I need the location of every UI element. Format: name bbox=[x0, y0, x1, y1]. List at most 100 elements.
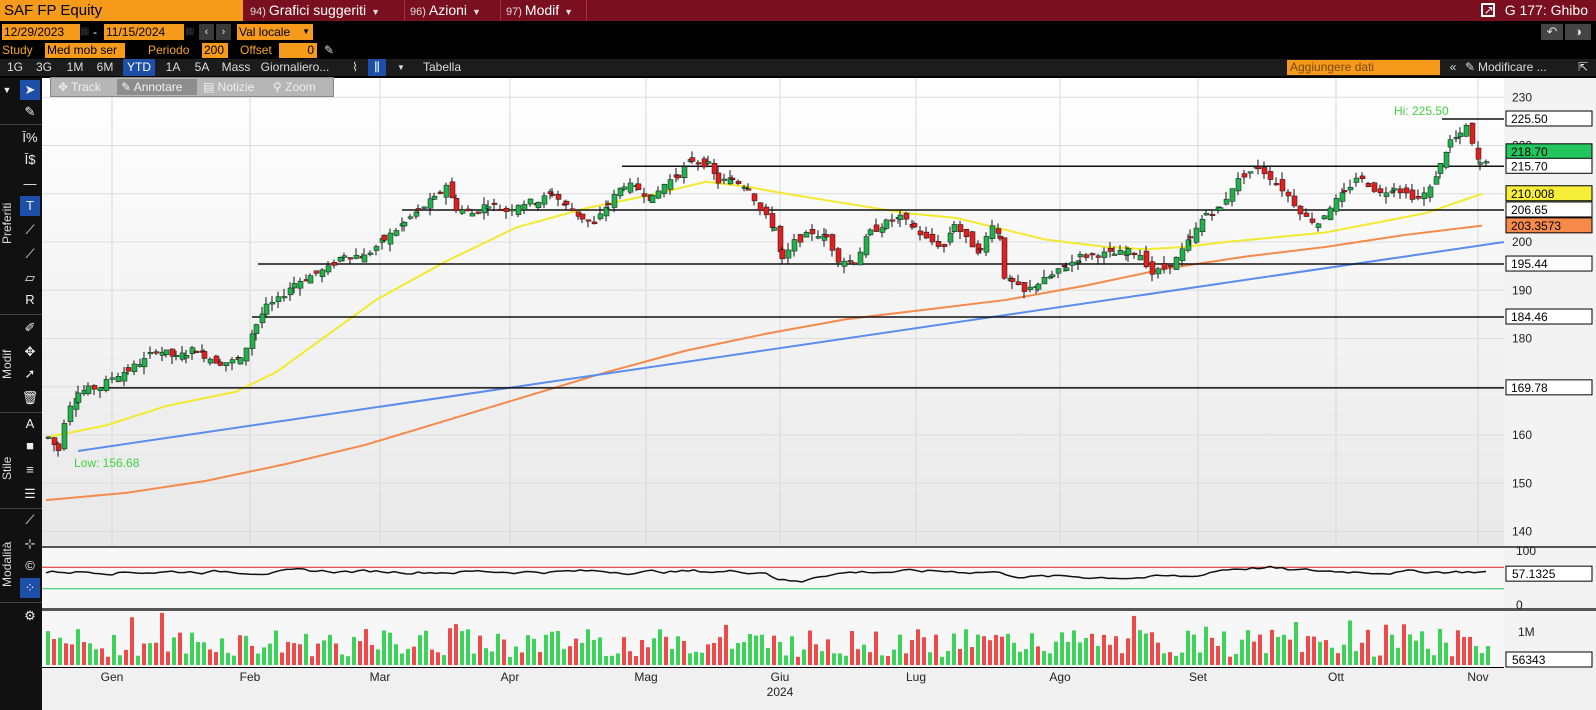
tf-3g[interactable]: 3G bbox=[33, 59, 55, 76]
select-tool-icon[interactable]: ➚ bbox=[20, 364, 40, 384]
window-label[interactable]: G 177: Ghibo bbox=[1480, 0, 1588, 21]
toolbar-divider bbox=[0, 124, 42, 125]
candle bbox=[835, 248, 842, 263]
volume-bar bbox=[1258, 634, 1262, 665]
tf-mass[interactable]: Mass bbox=[219, 59, 253, 76]
candle bbox=[1477, 162, 1484, 165]
expand-icon[interactable]: ⇱ bbox=[1576, 59, 1590, 76]
text-tool-icon[interactable]: T bbox=[20, 196, 40, 216]
modify-button[interactable]: Modificare ... bbox=[1478, 59, 1558, 76]
volume-bar bbox=[1054, 641, 1058, 665]
fill-color-icon[interactable]: ■ bbox=[20, 436, 40, 456]
channel-tool-icon[interactable]: ▱ bbox=[20, 268, 40, 288]
tf-1a[interactable]: 1A bbox=[161, 59, 185, 76]
calendar-icon[interactable]: ▦ bbox=[185, 24, 195, 40]
volume-bar bbox=[940, 656, 944, 665]
external-window-icon[interactable] bbox=[1480, 0, 1495, 21]
candlestick-icon[interactable]: ⫼ bbox=[368, 59, 386, 76]
ticker-field[interactable]: SAF FP Equity bbox=[0, 0, 243, 21]
multicolor-icon[interactable]: ⁘ bbox=[20, 578, 40, 598]
tf-5a[interactable]: 5A bbox=[190, 59, 214, 76]
candle bbox=[867, 229, 874, 236]
chart-area[interactable]: Hi: 225.50Low: 156.68 230220210200190180… bbox=[42, 78, 1596, 710]
tf-1g[interactable]: 1G bbox=[4, 59, 26, 76]
candle bbox=[1035, 283, 1042, 290]
volume-bar bbox=[358, 641, 362, 665]
edit-icon[interactable]: ✎ bbox=[1464, 59, 1476, 76]
text-color-icon[interactable]: A bbox=[20, 414, 40, 434]
candle bbox=[1235, 178, 1242, 192]
collapse-caret-icon[interactable]: ▼ bbox=[0, 80, 14, 100]
study-select[interactable]: Med mob ser bbox=[45, 43, 125, 58]
hi-label: Hi: 225.50 bbox=[1394, 104, 1449, 118]
end-date-input[interactable]: 11/15/2024 bbox=[104, 24, 184, 40]
price-tool-icon[interactable]: Ī$ bbox=[20, 150, 40, 170]
x-year-label: 2024 bbox=[767, 685, 794, 699]
magnet-icon[interactable]: © bbox=[20, 556, 40, 576]
annotate-tool-icon[interactable]: ✎ bbox=[20, 102, 40, 122]
hline-tool-icon[interactable]: — bbox=[20, 174, 40, 194]
news-label: Notizie bbox=[217, 80, 255, 94]
candle bbox=[1371, 182, 1378, 192]
chart-type-caret-icon[interactable]: ▼ bbox=[394, 59, 408, 76]
price-chart[interactable]: Hi: 225.50Low: 156.68 230220210200190180… bbox=[42, 78, 1596, 710]
retracement-tool-icon[interactable]: R bbox=[20, 290, 40, 310]
start-date-input[interactable]: 12/29/2023 bbox=[2, 24, 80, 40]
candle bbox=[1009, 278, 1016, 282]
candle bbox=[735, 180, 742, 184]
settings-gear-icon[interactable]: ⚙ bbox=[20, 606, 40, 626]
trash-icon[interactable]: 🗑 bbox=[20, 388, 40, 408]
toggle-button[interactable]: ◑ bbox=[1565, 24, 1591, 40]
brush-tool-icon[interactable]: ✐ bbox=[20, 318, 40, 338]
percent-tool-icon[interactable]: Ī% bbox=[20, 128, 40, 148]
next-period-button[interactable]: › bbox=[216, 24, 231, 40]
period-input[interactable]: 200 bbox=[202, 43, 228, 58]
candle bbox=[1199, 218, 1206, 233]
candle bbox=[1315, 223, 1322, 228]
zoom-button[interactable]: ⚲ Zoom bbox=[269, 79, 331, 95]
prev-period-button[interactable]: ‹ bbox=[199, 24, 214, 40]
tf-1m[interactable]: 1M bbox=[63, 59, 87, 76]
move-tool-icon[interactable]: ✥ bbox=[20, 342, 40, 362]
table-button[interactable]: Tabella bbox=[420, 59, 464, 76]
volume-bar bbox=[622, 637, 626, 665]
track-button[interactable]: ✥ Track bbox=[54, 79, 116, 95]
undo-button[interactable]: ↶ bbox=[1541, 24, 1563, 40]
candle bbox=[1137, 254, 1144, 261]
volume-bar bbox=[178, 632, 182, 665]
line-style-icon[interactable]: ≡ bbox=[20, 460, 40, 480]
modify-menu[interactable]: 97) Modif ▼ bbox=[502, 0, 573, 21]
trendline-tool-icon[interactable]: ⟋ bbox=[20, 220, 40, 240]
tf-6m[interactable]: 6M bbox=[93, 59, 117, 76]
add-data-input[interactable]: Aggiungere dati bbox=[1287, 60, 1440, 75]
cursor-tool-icon[interactable]: ➤ bbox=[20, 80, 40, 100]
volume-bar bbox=[292, 643, 296, 665]
offset-input[interactable]: 0 bbox=[279, 43, 317, 58]
candle bbox=[803, 232, 810, 238]
currency-select[interactable]: Val locale ▼ bbox=[237, 24, 313, 40]
eraser-icon[interactable]: ⟋ bbox=[20, 510, 40, 530]
candle bbox=[1143, 250, 1150, 268]
volume-bar bbox=[1036, 646, 1040, 665]
line-chart-icon[interactable]: ⌇ bbox=[346, 59, 364, 76]
x-tick-label: Set bbox=[1189, 670, 1208, 684]
volume-bar bbox=[208, 649, 212, 665]
line-dash-icon[interactable]: ☰ bbox=[20, 484, 40, 504]
annotate-button[interactable]: ✎ Annotare bbox=[117, 79, 197, 95]
y-tick-label: 140 bbox=[1512, 525, 1532, 539]
news-button[interactable]: ▤ Notizie bbox=[199, 79, 265, 95]
suggested-charts-menu[interactable]: 94) Grafici suggeriti ▼ bbox=[246, 0, 380, 21]
frequency-select[interactable]: Giornaliero... bbox=[258, 59, 332, 76]
tf-ytd[interactable]: YTD bbox=[123, 59, 155, 76]
pen-icon[interactable]: ✎ bbox=[324, 42, 334, 59]
calendar-icon[interactable]: ▦ bbox=[80, 24, 90, 40]
volume-bar bbox=[1108, 644, 1112, 665]
ray-tool-icon[interactable]: ⟋ bbox=[20, 244, 40, 264]
actions-menu[interactable]: 96) Azioni ▼ bbox=[406, 0, 481, 21]
volume-bar bbox=[802, 649, 806, 665]
collapse-icon[interactable]: « bbox=[1446, 59, 1460, 76]
volume-bar bbox=[1246, 630, 1250, 665]
candle bbox=[1179, 248, 1186, 261]
snap-icon[interactable]: ⊹ bbox=[20, 534, 40, 554]
low-label: Low: 156.68 bbox=[74, 456, 140, 470]
